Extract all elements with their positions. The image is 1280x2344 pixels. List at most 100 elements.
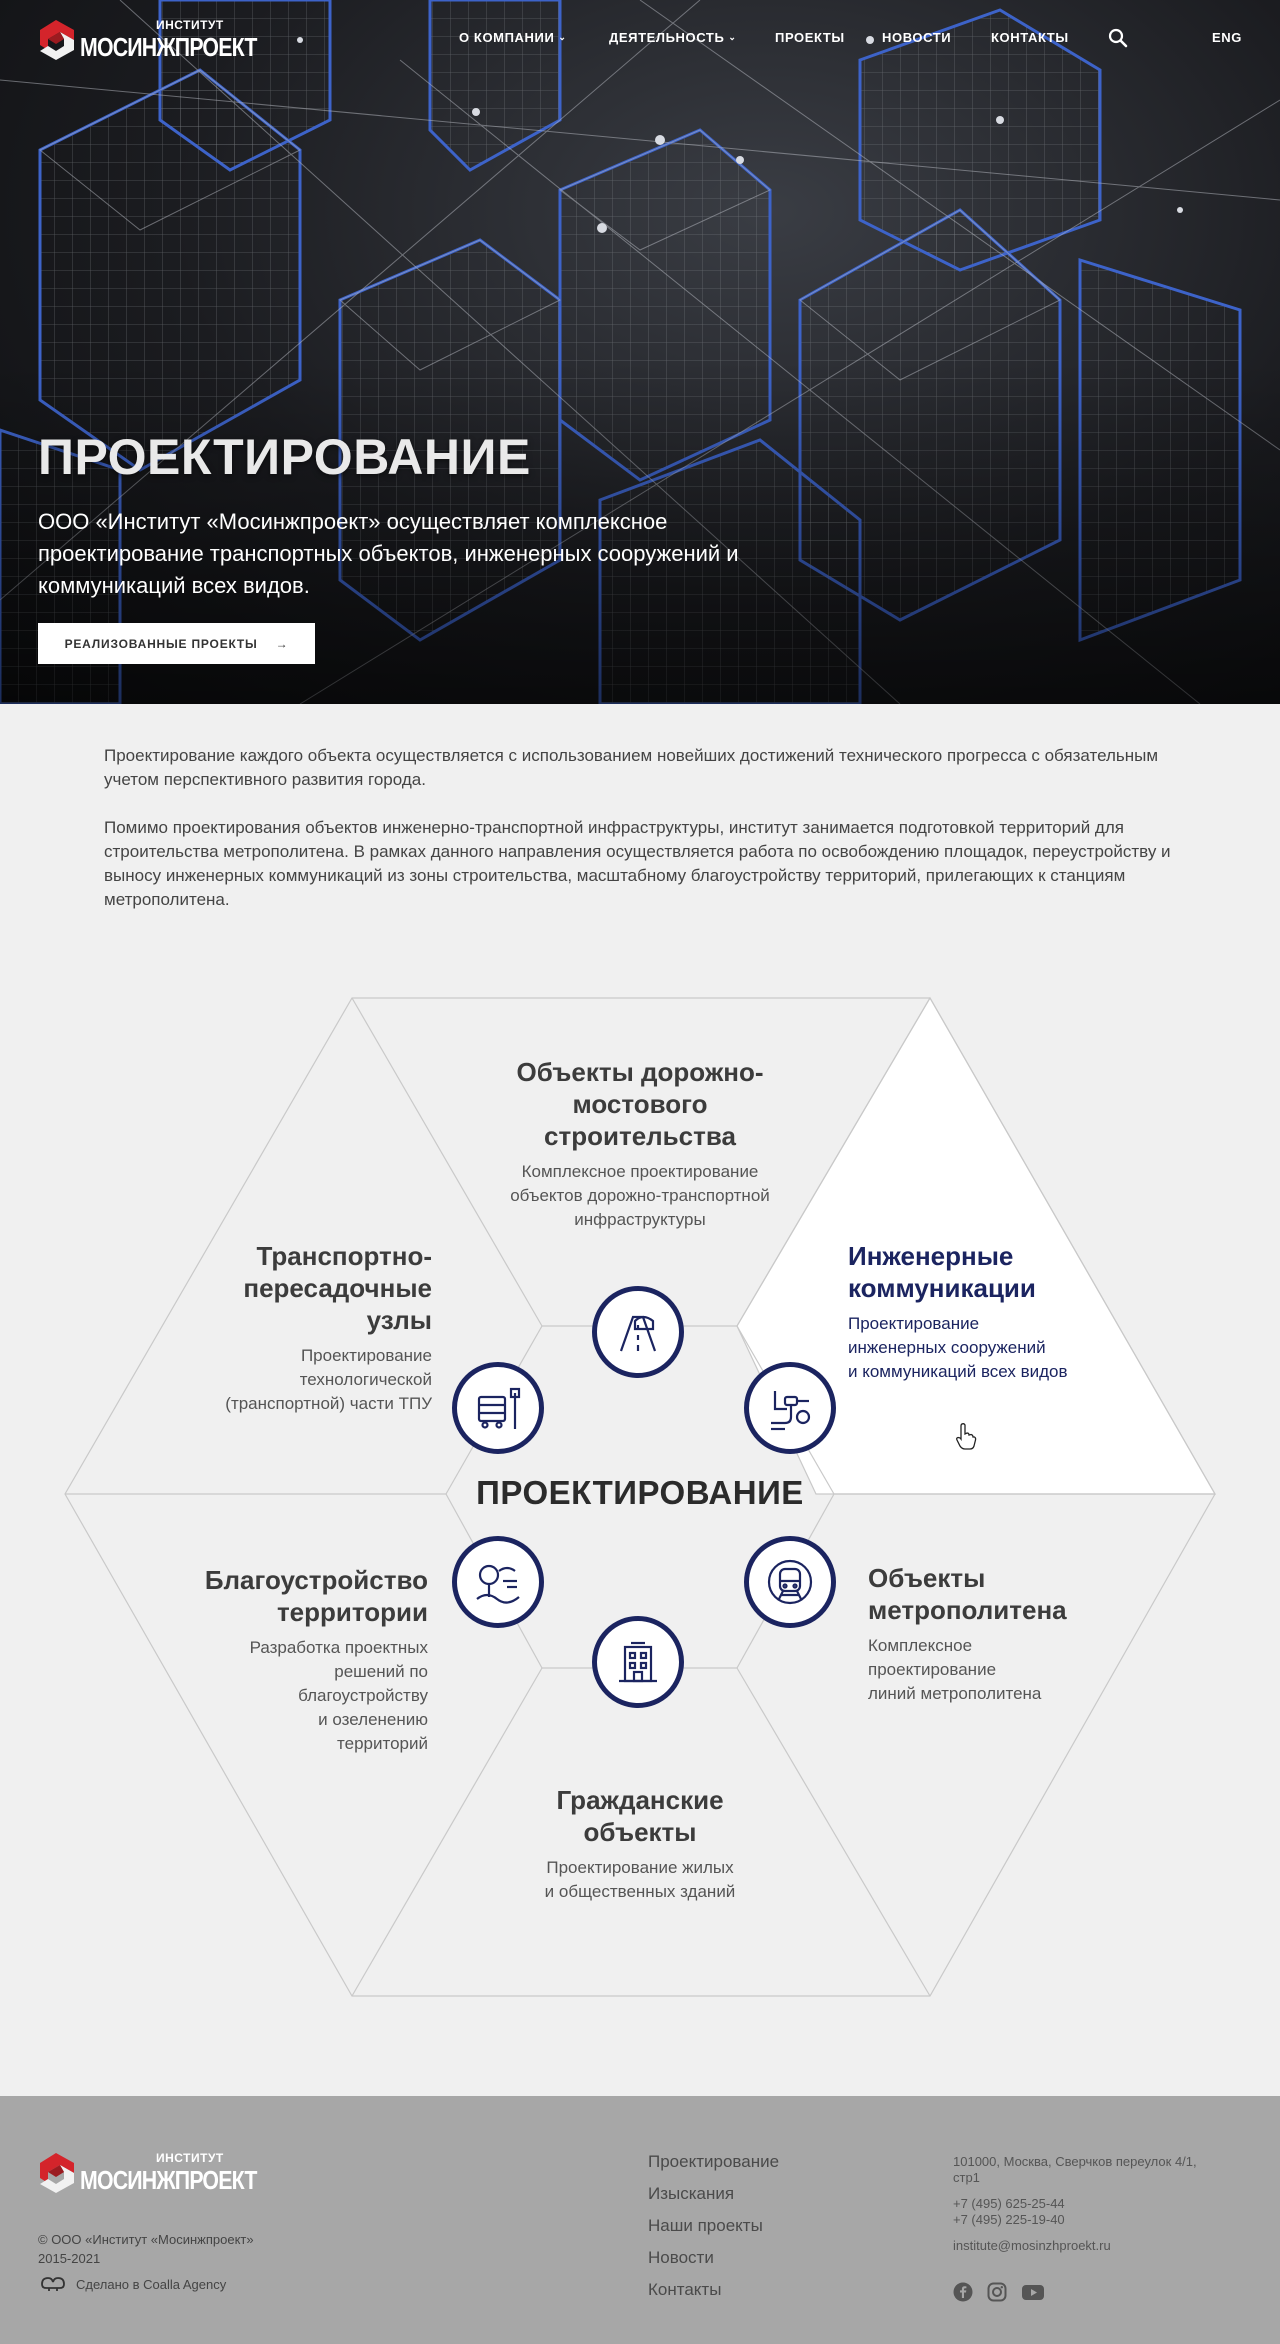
title-line: строительства xyxy=(544,1121,736,1151)
nav-item-company[interactable]: О КОМПАНИИ ⌄ xyxy=(459,30,567,45)
desc-line: территорий xyxy=(337,1734,428,1753)
building-icon[interactable] xyxy=(592,1616,684,1708)
social-links xyxy=(953,2282,1045,2307)
footer-link-projects[interactable]: Наши проекты xyxy=(648,2216,779,2238)
intro-text: Проектирование каждого объекта осуществл… xyxy=(104,744,1184,936)
site-header: ИНСТИТУТ МОСИНЖПРОЕКТ О КОМПАНИИ ⌄ ДЕЯТЕЛ… xyxy=(0,0,1280,80)
button-label: РЕАЛИЗОВАННЫЕ ПРОЕКТЫ xyxy=(64,636,258,651)
diagram-center-title: ПРОЕКТИРОВАНИЕ xyxy=(476,1474,804,1511)
intro-paragraph-2: Помимо проектирования объектов инженерно… xyxy=(104,818,1171,909)
title-line: Благоустройство xyxy=(204,1565,428,1595)
logo-text-bottom: МОСИНЖПРОЕКТ xyxy=(80,2165,257,2195)
logo-text-top: ИНСТИТУТ xyxy=(156,18,224,32)
design-directions-diagram: Объекты дорожно- мостового строительства… xyxy=(0,980,1280,2020)
hand-cursor-icon xyxy=(956,1423,977,1450)
nav-item-activity[interactable]: ДЕЯТЕЛЬНОСТЬ ⌄ xyxy=(609,30,737,45)
desc-line: проектирование xyxy=(868,1660,997,1679)
segment-metro-title[interactable]: Объекты метрополитена xyxy=(868,1562,1168,1626)
copyright: © ООО «Институт «Мосинжпроект» 2015-2021 xyxy=(38,2232,254,2266)
desc-line: и общественных зданий xyxy=(544,1882,736,1901)
phone-1[interactable]: +7 (495) 625-25-44 xyxy=(953,2196,1213,2212)
segment-civil-title[interactable]: Гражданские объекты xyxy=(440,1784,840,1848)
address: 101000, Москва, Сверчков переулок 4/1, с… xyxy=(953,2154,1197,2185)
bus-stop-icon[interactable] xyxy=(452,1362,544,1454)
segment-tpu-title[interactable]: Транспортно- пересадочные узлы xyxy=(132,1240,432,1336)
desc-line: Разработка проектных xyxy=(249,1638,428,1657)
segment-utilities-title[interactable]: Инженерные коммуникации xyxy=(848,1240,1148,1304)
hero-section: ИНСТИТУТ МОСИНЖПРОЕКТ О КОМПАНИИ ⌄ ДЕЯТЕЛ… xyxy=(0,0,1280,704)
chevron-down-icon: ⌄ xyxy=(558,32,567,42)
footer-link-contacts[interactable]: Контакты xyxy=(648,2280,779,2302)
desc-line: Проектирование xyxy=(300,1346,432,1365)
title-line: Гражданские xyxy=(556,1785,724,1815)
segment-road-title[interactable]: Объекты дорожно- мостового строительства xyxy=(440,1056,840,1152)
pipes-icon[interactable] xyxy=(744,1362,836,1454)
nav-item-news[interactable]: НОВОСТИ xyxy=(882,30,951,45)
logo-mark-icon xyxy=(40,20,74,60)
desc-line: Комплексное проектирование xyxy=(521,1162,759,1181)
coalla-logo-icon xyxy=(41,2277,65,2291)
title-line: объекты xyxy=(583,1817,697,1847)
desc-line: объектов дорожно-транспортной xyxy=(510,1186,770,1205)
desc-line: благоустройству xyxy=(298,1686,428,1705)
segment-tpu-desc: Проектирование технологической (транспор… xyxy=(132,1344,432,1416)
title-line: Объекты дорожно- xyxy=(516,1057,764,1087)
logo-text-bottom: МОСИНЖПРОЕКТ xyxy=(80,32,257,62)
segment-landscape-title[interactable]: Благоустройство территории xyxy=(128,1564,428,1628)
segment-civil-desc: Проектирование жилых и общественных здан… xyxy=(440,1856,840,1904)
segment-metro-desc: Комплексное проектирование линий метропо… xyxy=(868,1634,1168,1706)
desc-line: Проектирование жилых xyxy=(546,1858,734,1877)
desc-line: и коммуникаций всех видов xyxy=(848,1362,1068,1381)
phone-2[interactable]: +7 (495) 225-19-40 xyxy=(953,2212,1213,2228)
segment-road-desc: Комплексное проектирование объектов доро… xyxy=(440,1160,840,1232)
metro-train-icon[interactable] xyxy=(744,1536,836,1628)
desc-line: Комплексное xyxy=(868,1636,973,1655)
footer-contacts: 101000, Москва, Сверчков переулок 4/1, с… xyxy=(953,2154,1213,2254)
footer-logo[interactable]: ИНСТИТУТ МОСИНЖПРОЕКТ xyxy=(38,2151,257,2197)
youtube-icon[interactable] xyxy=(1021,2282,1045,2307)
title-line: Транспортно- xyxy=(256,1241,433,1271)
logo-text-top: ИНСТИТУТ xyxy=(156,2151,224,2165)
desc-line: решений по xyxy=(334,1662,428,1681)
title-line: Инженерные xyxy=(848,1241,1014,1271)
desc-line: (транспортной) части ТПУ xyxy=(225,1394,432,1413)
search-icon[interactable] xyxy=(1108,28,1128,48)
hero-text: ООО «Институт «Мосинжпроект» осуществляе… xyxy=(38,509,739,598)
nav-item-projects[interactable]: ПРОЕКТЫ xyxy=(775,30,845,45)
nav-item-label: ДЕЯТЕЛЬНОСТЬ xyxy=(609,30,725,45)
desc-line: и озеленению xyxy=(318,1710,428,1729)
footer-link-surveys[interactable]: Изыскания xyxy=(648,2184,779,2206)
desc-line: технологической xyxy=(299,1370,432,1389)
instagram-icon[interactable] xyxy=(987,2282,1007,2307)
title-line: пересадочные xyxy=(243,1273,432,1303)
desc-line: инженерных сооружений xyxy=(848,1338,1046,1357)
segment-landscape-desc: Разработка проектных решений по благоуст… xyxy=(128,1636,428,1756)
realized-projects-button[interactable]: РЕАЛИЗОВАННЫЕ ПРОЕКТЫ → xyxy=(38,623,315,664)
title-line: территории xyxy=(276,1597,428,1627)
park-icon[interactable] xyxy=(452,1536,544,1628)
footer-nav: Проектирование Изыскания Наши проекты Но… xyxy=(648,2152,779,2312)
desc-line: линий метрополитена xyxy=(868,1684,1042,1703)
email-link[interactable]: institute@mosinzhproekt.ru xyxy=(953,2238,1213,2254)
site-footer: ИНСТИТУТ МОСИНЖПРОЕКТ © ООО «Институт «М… xyxy=(0,2096,1280,2344)
made-by-text: Сделано в Coalla Agency xyxy=(76,2276,227,2292)
title-line: коммуникации xyxy=(848,1273,1036,1303)
hero-title: ПРОЕКТИРОВАНИЕ xyxy=(38,429,531,485)
site-logo[interactable]: ИНСТИТУТ МОСИНЖПРОЕКТ xyxy=(38,18,257,64)
language-switch[interactable]: ENG xyxy=(1212,30,1242,45)
nav-item-contacts[interactable]: КОНТАКТЫ xyxy=(991,30,1069,45)
desc-line: Проектирование xyxy=(848,1314,980,1333)
title-line: Объекты xyxy=(868,1563,986,1593)
nav-item-label: О КОМПАНИИ xyxy=(459,30,555,45)
made-by-link[interactable]: Сделано в Coalla Agency xyxy=(38,2276,226,2292)
arrow-right-icon: → xyxy=(275,636,289,651)
footer-link-news[interactable]: Новости xyxy=(648,2248,779,2270)
title-line: мостового xyxy=(572,1089,708,1119)
footer-link-design[interactable]: Проектирование xyxy=(648,2152,779,2174)
intro-paragraph-1: Проектирование каждого объекта осуществл… xyxy=(104,746,1159,789)
road-bridge-icon[interactable] xyxy=(592,1286,684,1378)
chevron-down-icon: ⌄ xyxy=(728,32,737,42)
facebook-icon[interactable] xyxy=(953,2282,973,2307)
segment-utilities-desc: Проектирование инженерных сооружений и к… xyxy=(848,1312,1168,1384)
title-line: метрополитена xyxy=(868,1595,1067,1625)
